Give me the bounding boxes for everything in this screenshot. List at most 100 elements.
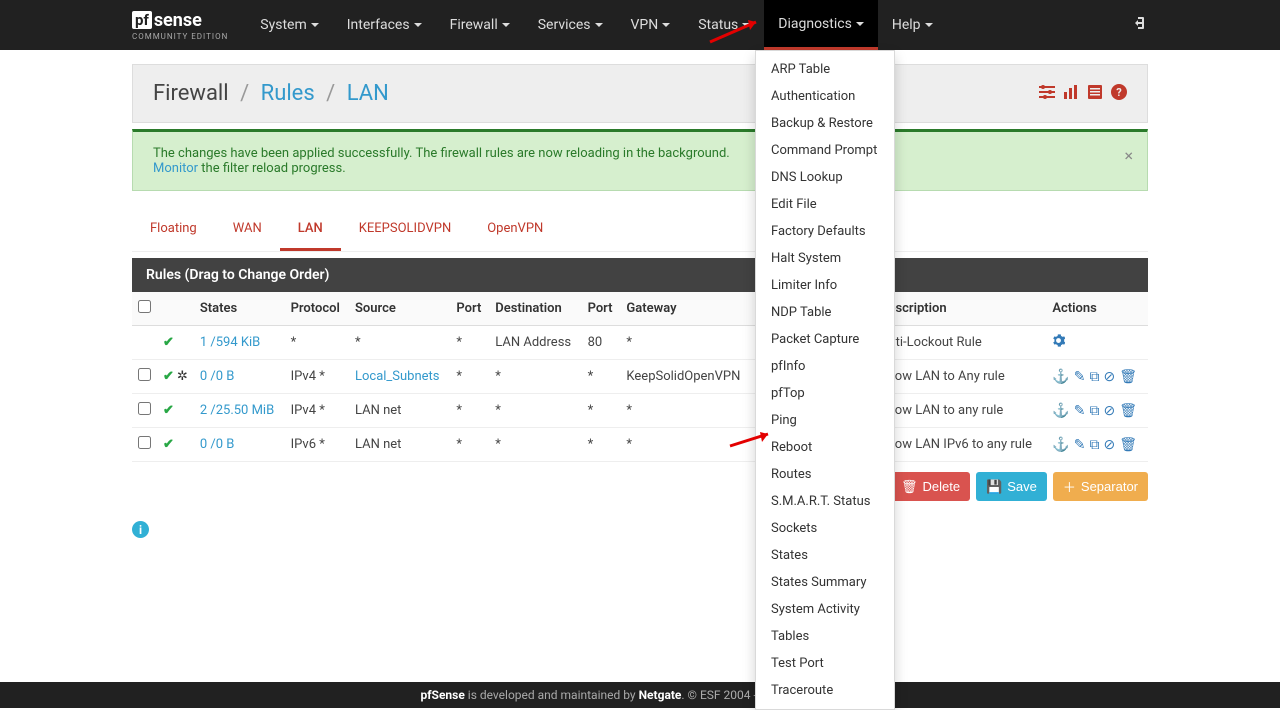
- copy-icon[interactable]: ⧉: [1089, 437, 1099, 453]
- source-link[interactable]: Local_Subnets: [355, 369, 440, 384]
- dropdown-item-dns-lookup[interactable]: DNS Lookup: [756, 164, 894, 191]
- row-actions: ⚓ ✎⧉⊘🗑: [1052, 369, 1142, 385]
- copy-icon[interactable]: ⧉: [1089, 403, 1099, 419]
- states-link[interactable]: 0 /0 B: [200, 369, 235, 384]
- row-checkbox[interactable]: [138, 402, 151, 415]
- delete-icon[interactable]: 🗑: [1119, 437, 1137, 453]
- dropdown-item-pfinfo[interactable]: pfInfo: [756, 353, 894, 380]
- nav-item-vpn[interactable]: VPN: [617, 0, 685, 50]
- dropdown-item-test-port[interactable]: Test Port: [756, 650, 894, 677]
- disable-icon[interactable]: ⊘: [1103, 403, 1115, 419]
- caret-down-icon: [595, 23, 603, 27]
- dropdown-item-authentication[interactable]: Authentication: [756, 83, 894, 110]
- delete-button[interactable]: 🗑Delete: [891, 472, 970, 501]
- dropdown-item-edit-file[interactable]: Edit File: [756, 191, 894, 218]
- breadcrumb-mid[interactable]: Rules: [261, 81, 315, 106]
- dropdown-item-routes[interactable]: Routes: [756, 461, 894, 488]
- delete-icon[interactable]: 🗑: [1119, 403, 1137, 419]
- col-description: Description: [874, 292, 1046, 326]
- delete-icon[interactable]: 🗑: [1119, 369, 1137, 385]
- tab-openvpn[interactable]: OpenVPN: [469, 209, 561, 251]
- svg-text:?: ?: [1116, 86, 1122, 99]
- dropdown-item-halt-system[interactable]: Halt System: [756, 245, 894, 272]
- alert-monitor-link[interactable]: Monitor: [153, 161, 198, 176]
- gear-icon[interactable]: [1052, 334, 1065, 351]
- dropdown-item-states[interactable]: States: [756, 542, 894, 569]
- dropdown-item-packet-capture[interactable]: Packet Capture: [756, 326, 894, 353]
- save-button[interactable]: 💾Save: [976, 472, 1047, 501]
- dropdown-item-ping[interactable]: Ping: [756, 407, 894, 434]
- anchor-icon[interactable]: ⚓: [1052, 369, 1069, 385]
- breadcrumb-sep: /: [240, 81, 249, 106]
- success-alert: The changes have been applied successful…: [132, 129, 1148, 191]
- footer-netgate: Netgate: [639, 688, 682, 702]
- help-icon[interactable]: ?: [1111, 84, 1127, 104]
- table-row[interactable]: ✔1 /594 KiB***LAN Address80**Anti-Lockou…: [132, 326, 1148, 360]
- dropdown-item-backup-restore[interactable]: Backup & Restore: [756, 110, 894, 137]
- logout-icon[interactable]: [1132, 15, 1148, 36]
- edit-icon[interactable]: ✎: [1074, 369, 1086, 385]
- col-blank0: [132, 292, 157, 326]
- dropdown-item-command-prompt[interactable]: Command Prompt: [756, 137, 894, 164]
- dropdown-item-arp-table[interactable]: ARP Table: [756, 56, 894, 83]
- rules-table: StatesProtocolSourcePortDestinationPortG…: [132, 292, 1148, 462]
- tab-wan[interactable]: WAN: [215, 209, 280, 251]
- dropdown-item-sockets[interactable]: Sockets: [756, 515, 894, 542]
- breadcrumb-leaf[interactable]: LAN: [347, 81, 389, 106]
- row-actions: [1052, 334, 1142, 351]
- brand[interactable]: pfsense COMMUNITY EDITION: [132, 10, 228, 41]
- dropdown-item-states-summary[interactable]: States Summary: [756, 569, 894, 596]
- save-icon: 💾: [986, 479, 1002, 495]
- table-row[interactable]: ✔2 /25.50 MiBIPv4 *LAN net****noneAllow …: [132, 394, 1148, 428]
- nav-item-diagnostics[interactable]: Diagnostics: [764, 0, 878, 50]
- tab-lan[interactable]: LAN: [280, 209, 341, 251]
- settings-icon[interactable]: [1039, 84, 1055, 104]
- nav-item-interfaces[interactable]: Interfaces: [333, 0, 436, 50]
- disable-icon[interactable]: ⊘: [1103, 437, 1115, 453]
- disable-icon[interactable]: ⊘: [1103, 369, 1115, 385]
- nav-item-firewall[interactable]: Firewall: [436, 0, 524, 50]
- nav-item-status[interactable]: Status: [684, 0, 764, 50]
- dropdown-item-traceroute[interactable]: Traceroute: [756, 677, 894, 704]
- dropdown-item-reboot[interactable]: Reboot: [756, 434, 894, 461]
- dropdown-item-factory-defaults[interactable]: Factory Defaults: [756, 218, 894, 245]
- caret-down-icon: [502, 23, 510, 27]
- nav-item-services[interactable]: Services: [524, 0, 617, 50]
- check-icon: ✔: [163, 369, 174, 384]
- copy-icon[interactable]: ⧉: [1089, 369, 1099, 385]
- anchor-icon[interactable]: ⚓: [1052, 437, 1069, 453]
- dropdown-item-limiter-info[interactable]: Limiter Info: [756, 272, 894, 299]
- nav-item-help[interactable]: Help: [878, 0, 947, 50]
- select-all-checkbox[interactable]: [138, 300, 151, 313]
- log-icon[interactable]: [1087, 84, 1103, 104]
- col-port: Port: [582, 292, 621, 326]
- dropdown-item-system-activity[interactable]: System Activity: [756, 596, 894, 623]
- row-checkbox[interactable]: [138, 368, 151, 381]
- tab-floating[interactable]: Floating: [132, 209, 215, 251]
- footer: pfSense is developed and maintained by N…: [0, 682, 1280, 708]
- alert-close-icon[interactable]: ×: [1124, 146, 1133, 165]
- info-icon[interactable]: i: [132, 521, 1148, 543]
- chart-icon[interactable]: [1063, 84, 1079, 104]
- separator-button[interactable]: ＋Separator: [1053, 472, 1148, 501]
- table-row[interactable]: ✔✲0 /0 BIPv4 *Local_Subnets***KeepSolidO…: [132, 360, 1148, 394]
- anchor-icon[interactable]: ⚓: [1052, 403, 1069, 419]
- row-checkbox[interactable]: [138, 436, 151, 449]
- nav-menu: System Interfaces Firewall Services VPN …: [246, 0, 946, 50]
- dropdown-item-s-m-a-r-t-status[interactable]: S.M.A.R.T. Status: [756, 488, 894, 515]
- edit-icon[interactable]: ✎: [1074, 403, 1086, 419]
- caret-down-icon: [414, 23, 422, 27]
- states-link[interactable]: 0 /0 B: [200, 437, 235, 452]
- edit-icon[interactable]: ✎: [1074, 437, 1086, 453]
- dropdown-item-pftop[interactable]: pfTop: [756, 380, 894, 407]
- panel-header: Rules (Drag to Change Order): [132, 258, 1148, 292]
- states-link[interactable]: 2 /25.50 MiB: [200, 403, 274, 418]
- states-link[interactable]: 1 /594 KiB: [200, 335, 260, 350]
- interface-tabs: FloatingWANLANKEEPSOLIDVPNOpenVPN: [132, 209, 1148, 252]
- page-icons: ?: [1039, 84, 1127, 104]
- tab-keepsolidvpn[interactable]: KEEPSOLIDVPN: [341, 209, 469, 251]
- table-row[interactable]: ✔0 /0 BIPv6 *LAN net****noneAllow LAN IP…: [132, 428, 1148, 462]
- dropdown-item-ndp-table[interactable]: NDP Table: [756, 299, 894, 326]
- nav-item-system[interactable]: System: [246, 0, 332, 50]
- dropdown-item-tables[interactable]: Tables: [756, 623, 894, 650]
